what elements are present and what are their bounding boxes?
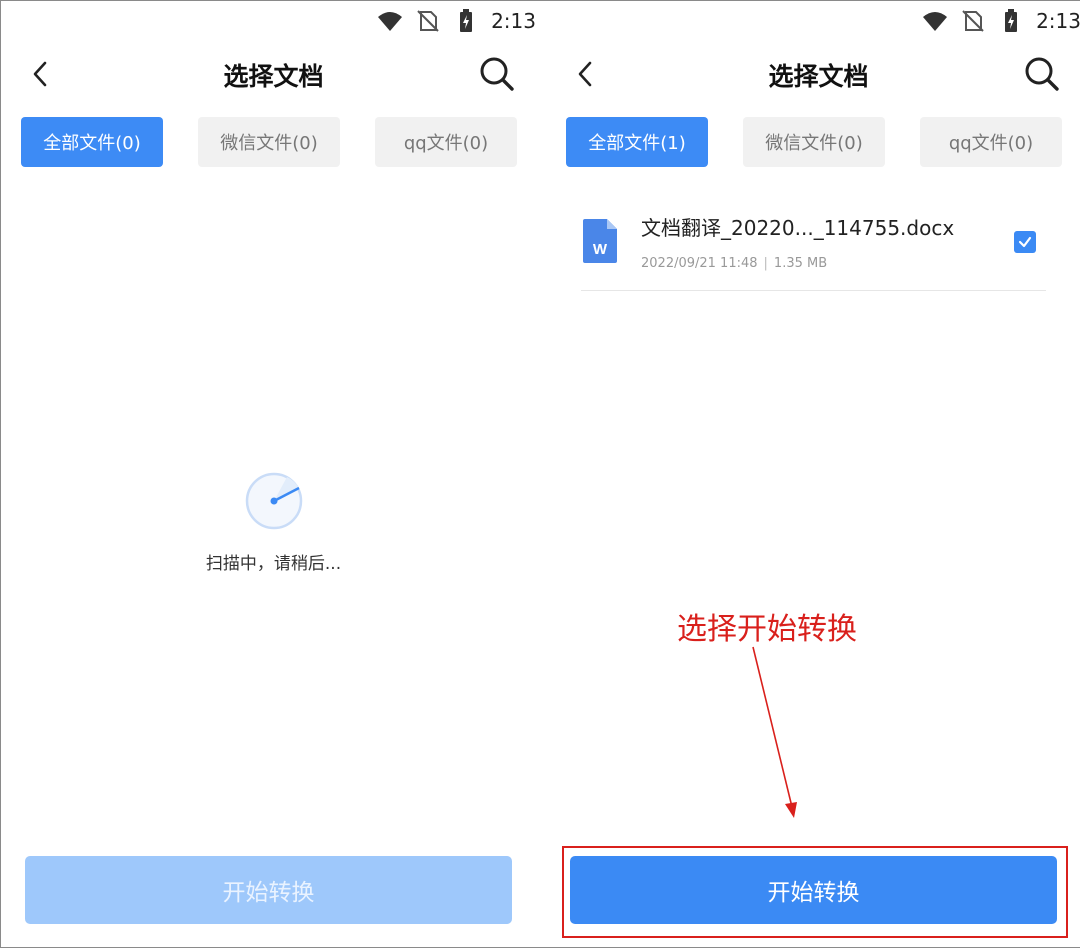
start-convert-button-disabled[interactable]: 开始转换 [25,856,512,924]
status-bar: 2:13 [377,9,536,33]
file-meta: 2022/09/21 11:48 | 1.35 MB [641,256,827,271]
search-icon[interactable] [478,55,516,93]
wifi-icon [923,12,948,31]
file-list-item[interactable]: W 文档翻译_20220..._114755.docx 2022/09/21 1… [581,206,1046,291]
tab-wechat-files[interactable]: 微信文件(0) [743,117,885,167]
file-source-tabs: 全部文件(0) 微信文件(0) qq文件(0) [21,117,518,167]
status-time: 2:13 [491,9,536,33]
tab-qq-files[interactable]: qq文件(0) [920,117,1062,167]
annotation-highlight-box [562,846,1068,938]
tab-wechat-files[interactable]: 微信文件(0) [198,117,340,167]
battery-charging-icon [460,9,473,32]
file-size: 1.35 MB [773,256,828,271]
page-title: 选择文档 [223,62,324,91]
screenshot-frame: 2:13 选择文档 全部文件(0) 微信文件(0) qq文件(0) 扫描中，请稍… [0,0,1080,948]
file-date: 2022/09/21 11:48 [641,256,758,271]
word-doc-icon: W [583,219,617,263]
top-app-bar: 选择文档 [1,51,546,97]
checkmark-icon [1018,236,1032,248]
status-time: 2:13 [1036,9,1080,33]
top-app-bar: 选择文档 [546,51,1080,97]
status-bar: 2:13 [922,9,1080,33]
file-select-checkbox[interactable] [1014,231,1036,253]
file-source-tabs: 全部文件(1) 微信文件(0) qq文件(0) [566,117,1063,167]
scanning-message: 扫描中，请稍后... [205,554,342,574]
left-phone-screen: 2:13 选择文档 全部文件(0) 微信文件(0) qq文件(0) 扫描中，请稍… [1,1,546,947]
wifi-icon [378,12,403,31]
doc-icon-letter: W [593,241,608,258]
meta-separator: | [763,256,768,271]
tab-qq-files[interactable]: qq文件(0) [375,117,517,167]
scan-radar-icon [245,472,302,530]
right-phone-screen: 2:13 选择文档 全部文件(1) 微信文件(0) qq文件(0) W 文档翻译… [546,1,1080,947]
tab-all-files[interactable]: 全部文件(1) [566,117,708,167]
page-title: 选择文档 [768,62,869,91]
scanning-indicator: 扫描中，请稍后... [1,471,546,574]
battery-charging-icon [1005,9,1018,32]
no-sim-icon [417,10,439,32]
annotation-arrow-icon [752,646,797,818]
file-name: 文档翻译_20220..._114755.docx [641,216,955,240]
search-icon[interactable] [1023,55,1061,93]
no-sim-icon [962,10,984,32]
tab-all-files[interactable]: 全部文件(0) [21,117,163,167]
